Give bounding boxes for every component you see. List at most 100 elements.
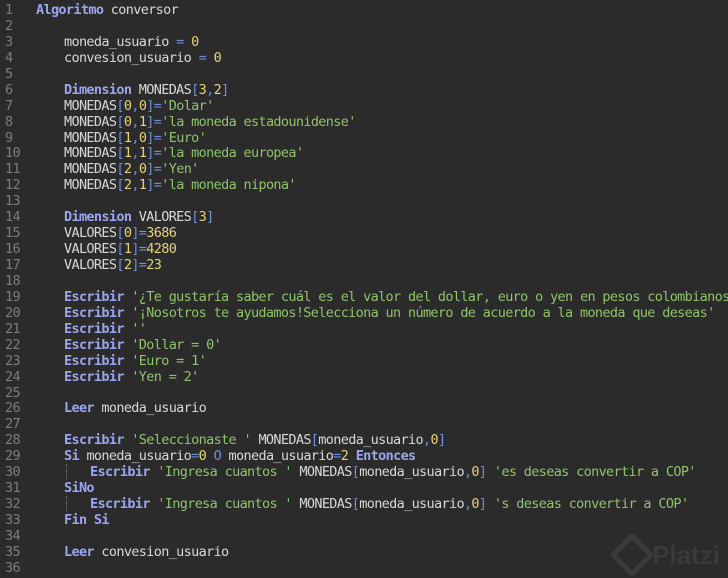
code-text: Escribir 'Dollar = 0' <box>64 336 222 353</box>
line-number: 3 <box>5 33 13 50</box>
code-token-number: 3 <box>198 81 207 98</box>
code-line[interactable]: 22 Escribir 'Dollar = 0' <box>0 337 728 353</box>
code-line[interactable]: 20 Escribir '¡Nosotros te ayudamos!Selecc… <box>0 305 728 321</box>
code-token-identifier: convesion_usuario <box>93 543 229 560</box>
code-line[interactable]: 29 Si moneda_usuario=0 O moneda_usuario=2… <box>0 448 728 464</box>
line-number: 36 <box>5 559 21 576</box>
code-line[interactable]: 19 Escribir '¿Te gustaría saber cuál es e… <box>0 289 728 305</box>
line-number: 21 <box>5 320 21 337</box>
code-token-keyword: Leer <box>64 400 95 417</box>
code-token-keyword: Leer <box>64 543 95 560</box>
code-text: Leer convesion_usuario <box>64 544 229 560</box>
code-token-operator: [ <box>116 257 124 273</box>
code-line[interactable]: 10 MONEDAS[1,1]='la moneda europea' <box>0 145 728 161</box>
code-token-identifier: MONEDAS <box>64 177 117 194</box>
code-token-keyword: Fin Si <box>64 512 110 528</box>
code-text: Escribir 'Euro = 1' <box>64 353 207 369</box>
code-text: MONEDAS[2,1]='la moneda nipona' <box>64 177 297 194</box>
code-text: convesion_usuario = 0 <box>64 49 222 66</box>
code-line[interactable]: 13 <box>0 193 728 209</box>
code-token-string: 'la moneda europea' <box>161 145 304 162</box>
code-line[interactable]: 25 <box>0 385 728 401</box>
code-token-number: 0 <box>198 448 207 465</box>
platzi-watermark: Platzi <box>609 532 720 578</box>
code-line[interactable]: 33 Fin Si <box>0 512 728 528</box>
code-token-string: 'Dollar = 0' <box>131 336 222 353</box>
code-line[interactable]: 28 Escribir 'Seleccionaste ' MONEDAS[mone… <box>0 432 728 448</box>
code-line[interactable]: 14 Dimension VALORES[3] <box>0 209 728 225</box>
code-line[interactable]: 27 <box>0 416 728 432</box>
code-text: Si moneda_usuario=0 O moneda_usuario=2 E… <box>64 448 416 464</box>
code-token-identifier <box>486 464 493 480</box>
code-line[interactable]: 2 <box>0 18 728 34</box>
code-text: MONEDAS[0,0]='Dolar' <box>64 98 214 114</box>
code-token-identifier: MONEDAS <box>131 81 192 98</box>
code-line[interactable]: 4 convesion_usuario = 0 <box>0 50 728 66</box>
code-editor[interactable]: 1 Algoritmo conversor 2 3 moneda_usuario = 0… <box>0 2 728 576</box>
line-number: 11 <box>5 161 21 178</box>
code-token-string: 'Dolar' <box>161 97 214 114</box>
code-line[interactable]: 3 moneda_usuario = 0 <box>0 34 728 50</box>
code-token-identifier <box>206 50 213 66</box>
code-token-operator: , <box>131 161 139 178</box>
code-line[interactable]: 15 VALORES[0]=3686 <box>0 225 728 241</box>
code-token-operator: = <box>191 448 199 465</box>
code-token-identifier: VALORES <box>64 257 117 273</box>
code-line[interactable]: 16 VALORES[1]=4280 <box>0 241 728 257</box>
code-token-identifier: MONEDAS <box>64 161 117 178</box>
code-text: Escribir 'Yen = 2' <box>64 369 199 385</box>
code-token-identifier: MONEDAS <box>291 496 352 513</box>
line-number: 29 <box>5 448 21 465</box>
code-token-identifier: moneda_usuario <box>359 464 464 481</box>
line-number: 33 <box>5 512 21 528</box>
code-line[interactable]: 6 Dimension MONEDAS[3,2] <box>0 82 728 98</box>
code-token-operator: , <box>131 177 139 194</box>
code-token-operator: = <box>198 49 207 66</box>
code-token-string: 'la moneda nipona' <box>161 177 296 194</box>
code-line[interactable]: 30 Escribir 'Ingresa cuantos ' MONEDAS[mo… <box>0 464 728 481</box>
code-token-operator: ]= <box>146 145 162 162</box>
code-token-operator: ]= <box>146 129 162 146</box>
line-number: 27 <box>5 416 21 433</box>
code-token-keyword: Escribir <box>64 304 124 321</box>
code-line[interactable]: 1 Algoritmo conversor <box>0 2 728 18</box>
code-token-identifier: MONEDAS <box>64 97 117 114</box>
code-line[interactable]: 5 <box>0 66 728 82</box>
code-token-keyword: Escribir <box>64 320 124 337</box>
code-line[interactable]: 7 MONEDAS[0,0]='Dolar' <box>0 98 728 114</box>
line-number: 6 <box>5 81 13 98</box>
code-token-identifier: moneda_usuario <box>359 496 464 513</box>
code-token-operator: ]= <box>146 161 162 178</box>
line-number: 1 <box>5 2 13 18</box>
code-line[interactable]: 21 Escribir '' <box>0 321 728 337</box>
code-line[interactable]: 12 MONEDAS[2,1]='la moneda nipona' <box>0 177 728 193</box>
code-line[interactable]: 18 <box>0 273 728 289</box>
line-number: 26 <box>5 400 21 417</box>
code-text: Fin Si <box>64 512 110 528</box>
line-number: 31 <box>5 480 21 497</box>
code-line[interactable]: 9 MONEDAS[1,0]='Euro' <box>0 130 728 146</box>
code-token-keyword: Escribir <box>64 368 124 385</box>
code-token-string: '' <box>131 320 147 337</box>
code-token-identifier: VALORES <box>64 241 117 258</box>
code-line[interactable]: 26 Leer moneda_usuario <box>0 400 728 416</box>
code-line[interactable]: 23 Escribir 'Euro = 1' <box>0 353 728 369</box>
code-text: Dimension MONEDAS[3,2] <box>64 82 229 98</box>
code-token-number: 2 <box>213 81 222 98</box>
code-token-number: 4280 <box>146 241 177 258</box>
code-line[interactable]: 31 SiNo <box>0 480 728 496</box>
code-line[interactable]: 11 MONEDAS[2,0]='Yen' <box>0 161 728 177</box>
code-line[interactable]: 17 VALORES[2]=23 <box>0 257 728 273</box>
code-token-identifier: moneda_usuario <box>318 432 423 449</box>
code-text: Leer moneda_usuario <box>64 400 207 417</box>
line-number: 13 <box>5 193 21 210</box>
code-line[interactable]: 24 Escribir 'Yen = 2' <box>0 369 728 385</box>
code-token-operator: , <box>131 129 139 146</box>
code-token-number: 0 <box>213 49 222 66</box>
code-line[interactable]: 8 MONEDAS[0,1]='la moneda estadounidense' <box>0 114 728 130</box>
code-token-operator: = <box>176 33 184 50</box>
code-token-operator: ]= <box>131 241 147 258</box>
line-number: 19 <box>5 288 21 305</box>
code-token-keyword: Algoritmo <box>36 2 104 18</box>
code-line[interactable]: 32 Escribir 'Ingresa cuantos ' MONEDAS[mo… <box>0 496 728 513</box>
